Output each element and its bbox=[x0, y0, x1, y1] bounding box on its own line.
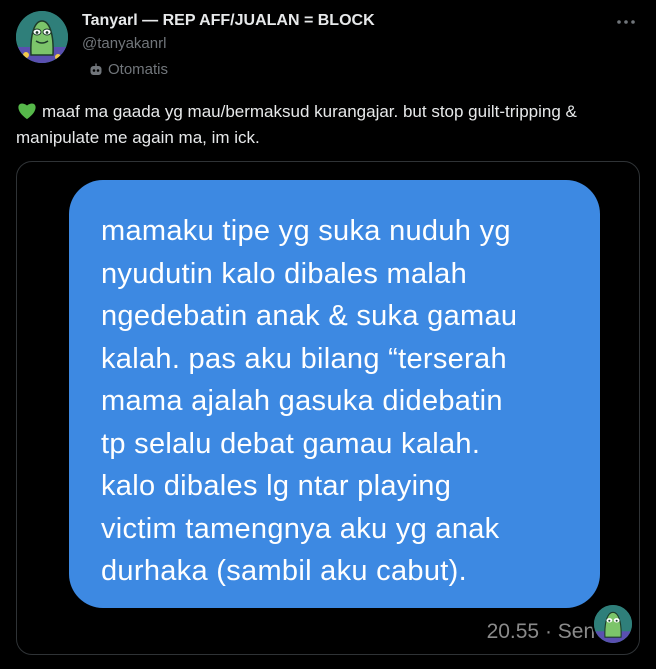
more-icon[interactable] bbox=[612, 10, 640, 34]
sticker-avatar bbox=[592, 603, 634, 645]
tweet-media[interactable]: mamaku tipe yg suka nuduh yg nyudutin ka… bbox=[16, 161, 640, 655]
green-heart-icon bbox=[16, 100, 38, 126]
message-bubble: mamaku tipe yg suka nuduh yg nyudutin ka… bbox=[69, 180, 600, 608]
message-text: mamaku tipe yg suka nuduh yg nyudutin ka… bbox=[101, 215, 518, 587]
ellipsis-icon bbox=[617, 20, 635, 24]
automated-label: Otomatis bbox=[108, 61, 169, 78]
bot-icon bbox=[90, 63, 102, 75]
handle[interactable]: @tanyakanrl bbox=[82, 35, 166, 52]
tweet-text: maaf ma gaada yg mau/bermaksud kurangaja… bbox=[16, 102, 577, 147]
avatar-image-small bbox=[594, 605, 632, 643]
display-name[interactable]: Tanyarl — REP AFF/JUALAN = BLOCK bbox=[82, 12, 375, 30]
meta-separator: · bbox=[544, 620, 558, 643]
avatar[interactable] bbox=[16, 11, 68, 63]
automated-badge[interactable]: Otomatis bbox=[88, 61, 168, 78]
message-meta: 20.55 · Sent bbox=[487, 620, 601, 644]
avatar-image bbox=[16, 11, 68, 63]
tweet-text-block: maaf ma gaada yg mau/bermaksud kurangaja… bbox=[16, 100, 642, 149]
message-time: 20.55 bbox=[486, 620, 540, 643]
